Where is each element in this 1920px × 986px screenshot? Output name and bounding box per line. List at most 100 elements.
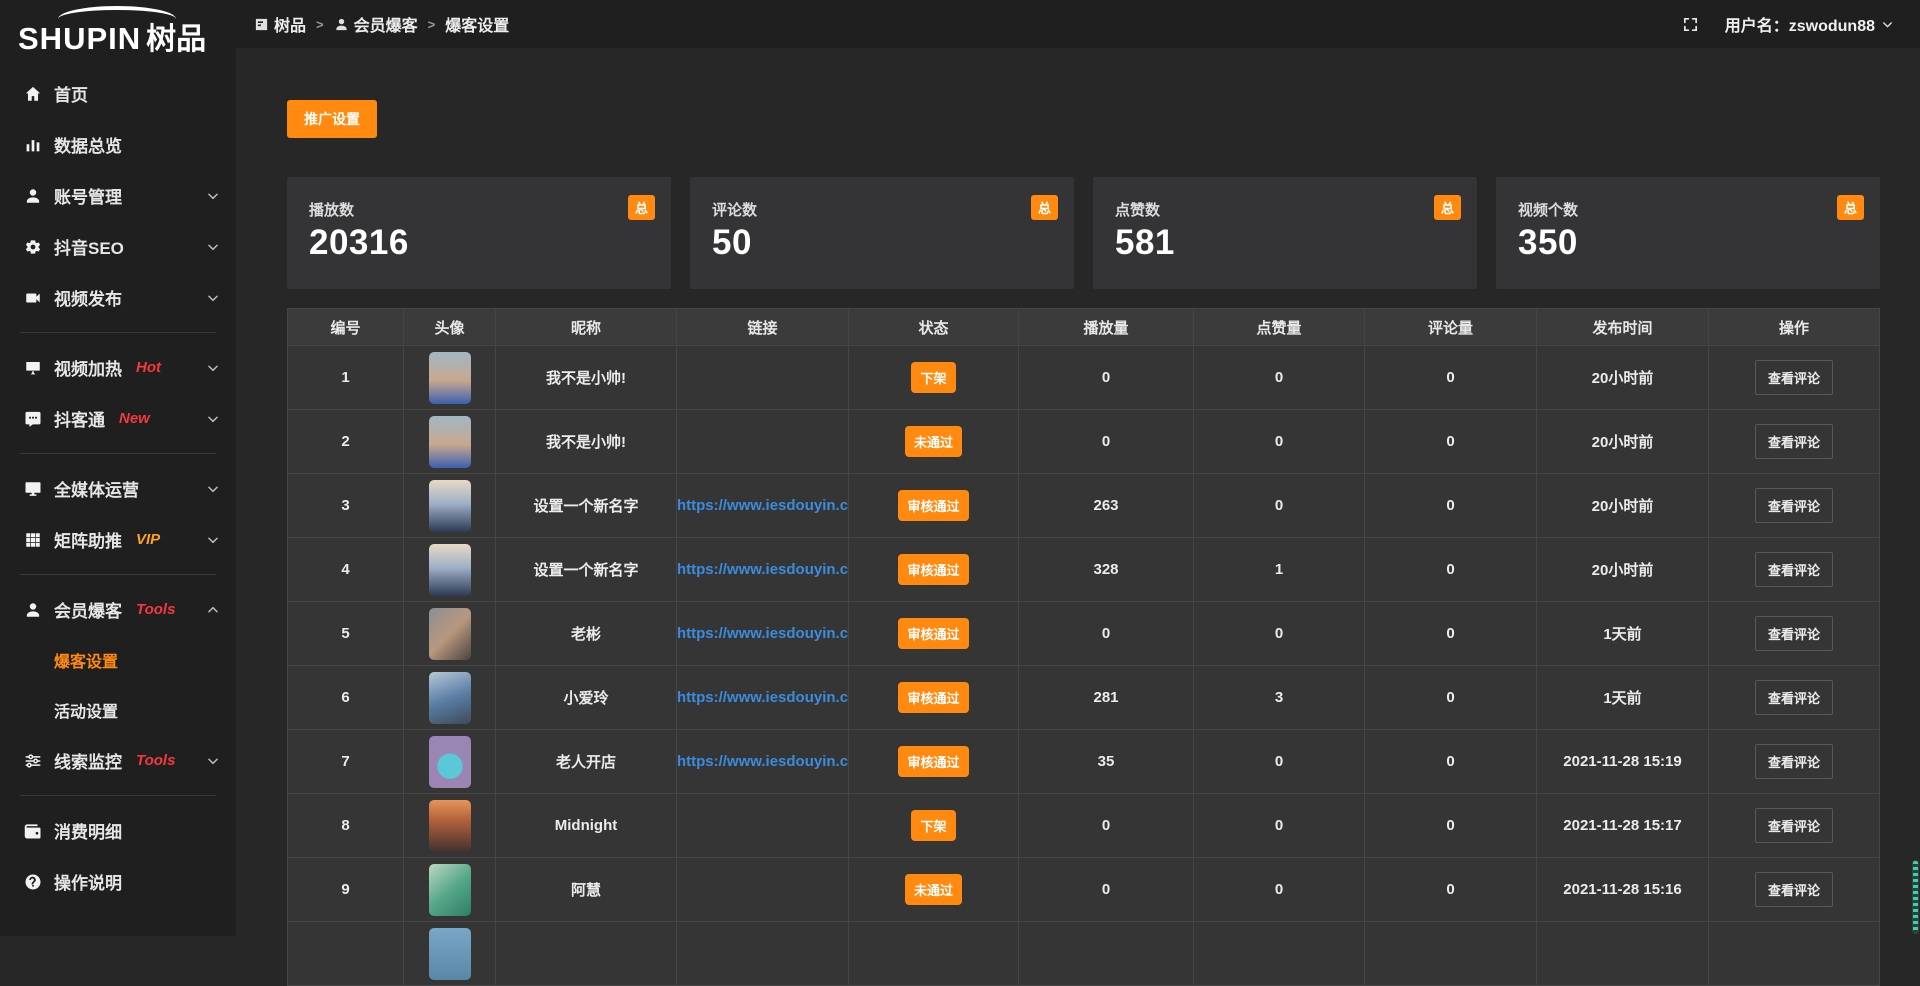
cell-id: 1 — [288, 346, 404, 409]
breadcrumb-item-baoke-settings[interactable]: 爆客设置 — [445, 12, 509, 36]
cell-actions: 查看评论 — [1709, 666, 1879, 729]
cell-avatar — [404, 474, 496, 537]
question-icon — [24, 873, 42, 891]
video-link[interactable]: https://www.iesdouyin.c — [677, 561, 848, 578]
cell-avatar — [404, 538, 496, 601]
view-comments-button[interactable]: 查看评论 — [1755, 616, 1833, 651]
sidebar-item-data-overview[interactable]: 数据总览 — [0, 119, 236, 170]
scrollbar-thumb[interactable] — [1912, 860, 1919, 934]
sidebar-item-account-manage[interactable]: 账号管理 — [0, 170, 236, 221]
sidebar-item-member-baoke[interactable]: 会员爆客Tools — [0, 584, 236, 635]
cell-likes: 0 — [1194, 346, 1365, 409]
sidebar-item-clue-monitor[interactable]: 线索监控Tools — [0, 735, 236, 786]
cell-nickname: 设置一个新名字 — [496, 474, 677, 537]
cell-plays: 0 — [1019, 858, 1194, 921]
breadcrumb-item-shupin[interactable]: 树品 — [254, 12, 306, 36]
cell-status: 下架 — [849, 794, 1019, 857]
cell-comments — [1365, 922, 1537, 985]
avatar — [429, 800, 471, 852]
breadcrumb-separator: > — [316, 17, 324, 32]
cell-status: 审核通过 — [849, 602, 1019, 665]
total-badge: 总 — [1031, 195, 1058, 220]
status-badge: 下架 — [911, 362, 955, 393]
stat-label: 点赞数 — [1115, 199, 1457, 220]
cell-link[interactable]: https://www.iesdouyin.c — [677, 538, 849, 601]
sidebar-item-operation-guide[interactable]: 操作说明 — [0, 856, 236, 907]
video-link[interactable]: https://www.iesdouyin.c — [677, 753, 848, 770]
view-comments-button[interactable]: 查看评论 — [1755, 424, 1833, 459]
sidebar-item-matrix-boost[interactable]: 矩阵助推VIP — [0, 514, 236, 565]
brand-logo[interactable]: SHUPIN树品 — [0, 0, 236, 62]
cell-id: 8 — [288, 794, 404, 857]
cell-link[interactable]: https://www.iesdouyin.c — [677, 666, 849, 729]
cell-avatar — [404, 730, 496, 793]
cell-comments: 0 — [1365, 730, 1537, 793]
sidebar-item-media-operation[interactable]: 全媒体运营 — [0, 463, 236, 514]
cell-publish-time: 20小时前 — [1537, 538, 1709, 601]
cell-plays: 263 — [1019, 474, 1194, 537]
cell-plays — [1019, 922, 1194, 985]
column-header: 点赞量 — [1194, 309, 1365, 345]
video-link[interactable]: https://www.iesdouyin.c — [677, 625, 848, 642]
chevron-down-icon — [206, 412, 220, 426]
column-header: 头像 — [404, 309, 496, 345]
sidebar-item-consume-detail[interactable]: 消费明细 — [0, 805, 236, 856]
sidebar-item-video-heat[interactable]: 视频加热Hot — [0, 342, 236, 393]
screen-icon — [24, 359, 42, 377]
cell-avatar — [404, 922, 496, 985]
grid-icon — [24, 531, 42, 549]
cell-nickname: 设置一个新名字 — [496, 538, 677, 601]
view-comments-button[interactable]: 查看评论 — [1755, 488, 1833, 523]
cell-status: 审核通过 — [849, 730, 1019, 793]
sidebar-subitem-baoke-settings[interactable]: 爆客设置 — [0, 635, 236, 685]
sidebar-item-douyin-seo[interactable]: 抖音SEO — [0, 221, 236, 272]
sidebar-item-douketong[interactable]: 抖客通New — [0, 393, 236, 444]
view-comments-button[interactable]: 查看评论 — [1755, 552, 1833, 587]
cell-status: 下架 — [849, 346, 1019, 409]
cell-likes: 0 — [1194, 410, 1365, 473]
stat-label: 播放数 — [309, 199, 651, 220]
sidebar-subitem-activity-settings[interactable]: 活动设置 — [0, 685, 236, 735]
cell-id: 3 — [288, 474, 404, 537]
chevron-down-icon — [206, 482, 220, 496]
cell-link — [677, 922, 849, 985]
cell-nickname: 阿慧 — [496, 858, 677, 921]
stat-value: 50 — [712, 223, 1054, 263]
sidebar-item-label: 抖客通 — [54, 406, 105, 431]
sidebar-item-label: 抖音SEO — [54, 234, 124, 259]
chevron-down-icon — [206, 189, 220, 203]
panel-icon — [254, 17, 269, 32]
avatar — [429, 864, 471, 916]
promo-settings-button[interactable]: 推广设置 — [287, 100, 377, 138]
view-comments-button[interactable]: 查看评论 — [1755, 680, 1833, 715]
cell-link — [677, 346, 849, 409]
sidebar-item-badge: Tools — [136, 601, 175, 618]
cell-link[interactable]: https://www.iesdouyin.c — [677, 602, 849, 665]
sidebar-item-home[interactable]: 首页 — [0, 68, 236, 119]
cell-publish-time: 2021-11-28 15:19 — [1537, 730, 1709, 793]
video-link[interactable]: https://www.iesdouyin.c — [677, 497, 848, 514]
cell-actions: 查看评论 — [1709, 794, 1879, 857]
view-comments-button[interactable]: 查看评论 — [1755, 360, 1833, 395]
cell-actions: 查看评论 — [1709, 602, 1879, 665]
cell-actions — [1709, 922, 1879, 985]
cell-nickname: 小爱玲 — [496, 666, 677, 729]
fullscreen-icon[interactable] — [1682, 16, 1699, 33]
chevron-down-icon — [1881, 18, 1894, 31]
user-menu[interactable]: 用户名：zswodun88 — [1725, 12, 1894, 36]
avatar — [429, 928, 471, 980]
avatar — [429, 672, 471, 724]
avatar — [429, 544, 471, 596]
cell-link[interactable]: https://www.iesdouyin.c — [677, 474, 849, 537]
cell-nickname: Midnight — [496, 794, 677, 857]
breadcrumb-item-member-baoke[interactable]: 会员爆客 — [334, 12, 418, 36]
cell-comments: 0 — [1365, 538, 1537, 601]
cell-id: 5 — [288, 602, 404, 665]
view-comments-button[interactable]: 查看评论 — [1755, 744, 1833, 779]
view-comments-button[interactable]: 查看评论 — [1755, 872, 1833, 907]
sidebar-item-video-publish[interactable]: 视频发布 — [0, 272, 236, 323]
cell-publish-time: 2021-11-28 15:16 — [1537, 858, 1709, 921]
cell-link[interactable]: https://www.iesdouyin.c — [677, 730, 849, 793]
view-comments-button[interactable]: 查看评论 — [1755, 808, 1833, 843]
video-link[interactable]: https://www.iesdouyin.c — [677, 689, 848, 706]
